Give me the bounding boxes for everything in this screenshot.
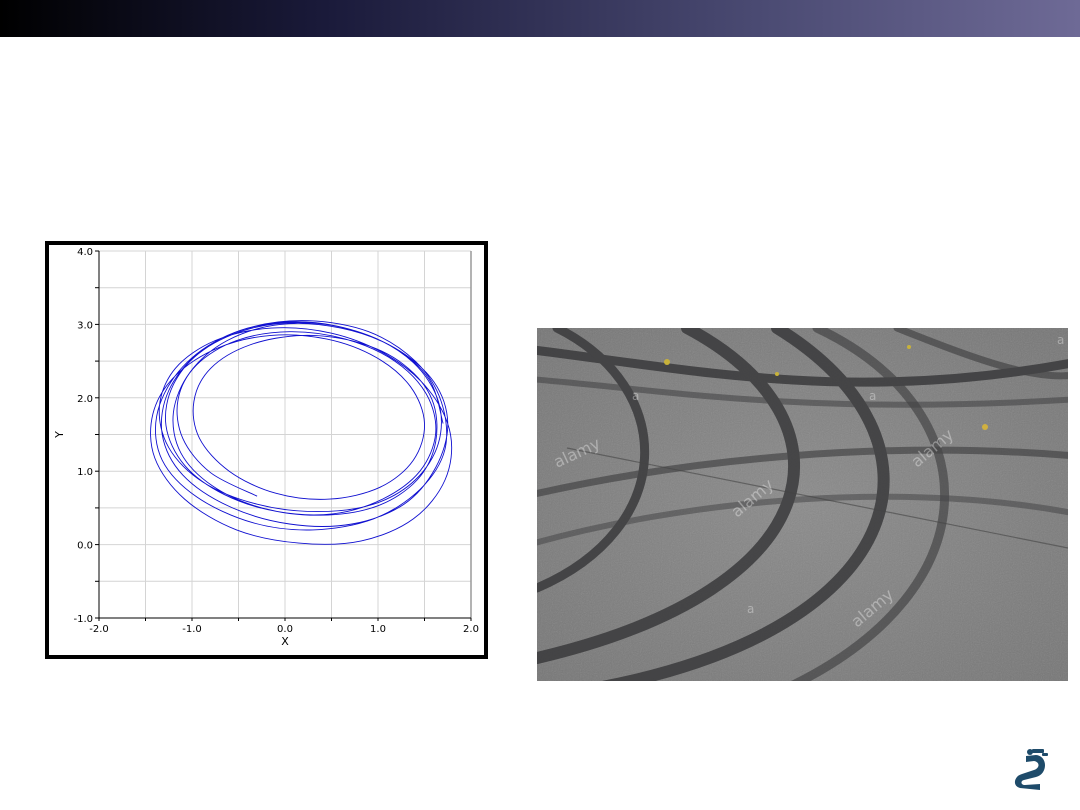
- y-axis-title: Y: [53, 431, 66, 439]
- y-tick-label: 4.0: [77, 247, 93, 258]
- y-tick-label: 2.0: [77, 394, 93, 405]
- x-axis-title: X: [281, 635, 289, 648]
- trajectory-chart: -2.0 -1.0 0.0 1.0 2.0 -1.0 0.0 1.0 2.0 3.0 4.0 X Y: [45, 241, 488, 659]
- x-tick-label: 2.0: [463, 624, 479, 635]
- series-line: [150, 320, 453, 545]
- watermark: a: [869, 389, 876, 403]
- robot-arm-icon: [1010, 748, 1052, 792]
- watermark: a: [747, 602, 754, 616]
- y-tick-label: 0.0: [77, 541, 93, 552]
- x-tick-label: -2.0: [89, 624, 109, 635]
- y-tick-label: 3.0: [77, 320, 93, 331]
- chart-canvas: -2.0 -1.0 0.0 1.0 2.0-1.00.01.02.03.04.0XY: [53, 247, 479, 648]
- header-bar: [0, 0, 1080, 37]
- watermark: a: [632, 389, 639, 403]
- y-tick-label: 1.0: [77, 467, 93, 478]
- x-tick-label: 1.0: [370, 624, 386, 635]
- y-tick-label: -1.0: [73, 614, 93, 625]
- tire-marks-photo: alamy alamy alamy alamy a a a a: [537, 328, 1068, 681]
- watermark: a: [1057, 333, 1064, 347]
- x-tick-label: -1.0: [182, 624, 202, 635]
- x-tick-label: 0.0: [277, 624, 293, 635]
